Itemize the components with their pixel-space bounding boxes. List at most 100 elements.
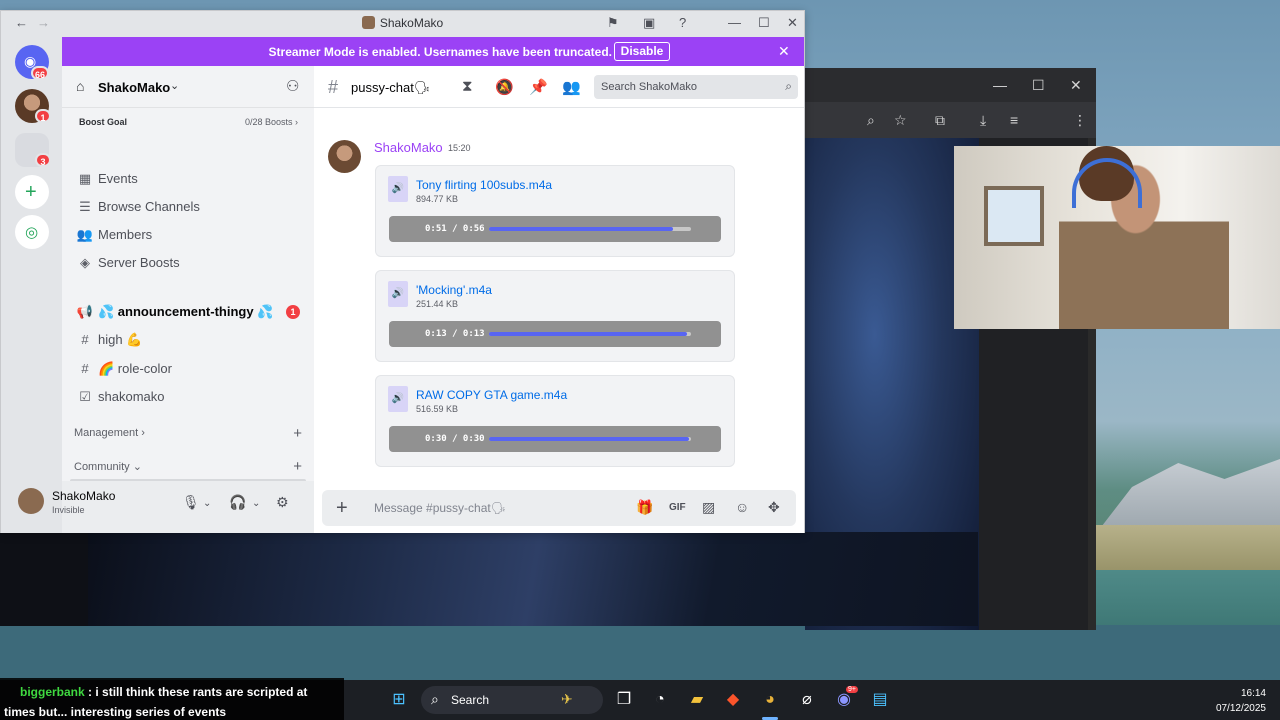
gif-icon[interactable]: GIF bbox=[669, 502, 686, 513]
invite-icon[interactable]: ⚇ bbox=[286, 77, 299, 95]
taskbar-search[interactable]: ⌕ Search ✈ bbox=[421, 686, 603, 714]
channel-announcement[interactable]: 📢 💦 announcement-thingy 💦 1 bbox=[70, 300, 306, 324]
notification-bell-icon[interactable]: 🔕 bbox=[495, 78, 514, 96]
channel-title: pussy-chat🗣 bbox=[351, 80, 431, 95]
maximize-icon[interactable]: ☐ bbox=[1032, 77, 1045, 93]
add-server-button[interactable]: + bbox=[15, 175, 49, 209]
channel-high[interactable]: # high 💪 bbox=[70, 328, 306, 352]
server-badge: 1 bbox=[35, 109, 51, 123]
microphone-icon[interactable]: 🎙 bbox=[182, 494, 200, 511]
hash-icon: # bbox=[328, 77, 339, 97]
menu-kebab-icon[interactable]: ⋮ bbox=[1073, 112, 1087, 128]
download-icon[interactable]: ⤓ bbox=[980, 112, 986, 128]
windows-start-icon[interactable]: ⊞ bbox=[387, 688, 411, 712]
audio-player[interactable]: 0:51 / 0:56 bbox=[389, 216, 721, 242]
pin-icon[interactable]: 📌 bbox=[529, 78, 548, 96]
add-channel-icon[interactable]: + bbox=[293, 425, 302, 442]
minimize-icon[interactable]: — bbox=[993, 77, 1007, 93]
clock-time: 16:14 bbox=[1240, 688, 1266, 699]
audio-player[interactable]: 0:13 / 0:13 bbox=[389, 321, 721, 347]
audio-progress-track[interactable] bbox=[489, 227, 691, 231]
disable-button[interactable]: Disable bbox=[614, 42, 670, 61]
boost-label: Boost Goal bbox=[79, 117, 128, 127]
discord-taskbar-badge: 9+ bbox=[846, 686, 858, 693]
extensions-icon[interactable]: ⧉ bbox=[935, 112, 945, 128]
server-rail: ◉ 66 1 3 + ◎ bbox=[1, 37, 62, 533]
member-list-icon[interactable]: 👥 bbox=[562, 78, 581, 96]
headset-icon[interactable]: 🎧 bbox=[229, 494, 246, 511]
apps-icon[interactable]: ✥ bbox=[768, 499, 780, 516]
flag-icon[interactable]: ⚑ bbox=[607, 15, 619, 31]
server-header[interactable]: ⌂ ShakoMako ⌄ ⚇ bbox=[62, 66, 314, 108]
attachment-size: 516.59 KB bbox=[416, 404, 459, 414]
attachment-name[interactable]: RAW COPY GTA game.m4a bbox=[416, 388, 567, 402]
server-shakomako[interactable]: 1 bbox=[15, 89, 51, 123]
wallpaper-dark-art bbox=[88, 532, 978, 626]
window-title-text: ShakoMako bbox=[379, 16, 444, 30]
boost-goal[interactable]: Boost Goal 0/28 Boosts › bbox=[70, 112, 306, 132]
zoom-icon[interactable]: ⌕ bbox=[867, 112, 875, 128]
audio-file-icon: 🔊 bbox=[388, 281, 408, 307]
help-icon[interactable]: ? bbox=[679, 15, 686, 31]
overlay-username: biggerbank bbox=[20, 685, 85, 699]
menu-browse-channels[interactable]: ☰ Browse Channels bbox=[70, 195, 306, 219]
media-icon[interactable]: ≡ bbox=[1010, 112, 1018, 128]
brave-browser-icon[interactable]: ◆ bbox=[721, 688, 745, 712]
menu-server-boosts[interactable]: ◈ Server Boosts bbox=[70, 251, 306, 275]
taskbar-clock[interactable]: 16:14 07/12/2025 bbox=[1216, 686, 1266, 716]
channel-label: high 💪 bbox=[98, 332, 143, 347]
chevron-down-icon[interactable]: ⌄ bbox=[203, 498, 211, 509]
sticker-icon[interactable]: ▨ bbox=[702, 499, 715, 516]
search-input[interactable]: Search ShakoMako ⌕ bbox=[594, 75, 798, 99]
minimize-icon[interactable]: — bbox=[728, 15, 741, 31]
emoji-icon[interactable]: ☺ bbox=[735, 499, 749, 515]
chevron-down-icon[interactable]: ⌄ bbox=[252, 498, 260, 509]
close-icon[interactable]: ✕ bbox=[787, 15, 798, 31]
bookmark-star-icon[interactable]: ☆ bbox=[894, 112, 907, 128]
channel-shakomako[interactable]: ☑ shakomako bbox=[70, 385, 306, 409]
capcut-icon[interactable]: ⌀ bbox=[795, 688, 819, 712]
user-status: Invisible bbox=[52, 505, 85, 515]
add-channel-icon[interactable]: + bbox=[293, 458, 302, 475]
menu-events[interactable]: ▦ Events bbox=[70, 167, 306, 191]
audio-progress-track[interactable] bbox=[489, 332, 691, 336]
obs-icon[interactable]: ◔ bbox=[648, 688, 672, 712]
audio-progress-fill bbox=[489, 227, 673, 231]
audio-progress-track[interactable] bbox=[489, 437, 691, 441]
settings-gear-icon[interactable]: ⚙ bbox=[276, 494, 289, 511]
menu-label: Members bbox=[98, 227, 153, 242]
server-folder[interactable]: 3 bbox=[15, 133, 51, 167]
discord-titlebar: ← → ShakoMako ⚑ ▣ ? — ☐ ✕ bbox=[1, 11, 804, 37]
notepad-icon[interactable]: ▤ bbox=[868, 688, 892, 712]
chrome-icon[interactable]: ◕ bbox=[758, 688, 782, 712]
maximize-icon[interactable]: ☐ bbox=[758, 15, 770, 31]
file-explorer-icon[interactable]: ▰ bbox=[685, 688, 709, 712]
attach-plus-icon[interactable]: + bbox=[336, 497, 348, 520]
channel-role-color[interactable]: # 🌈 role-color bbox=[70, 357, 306, 381]
close-icon[interactable]: ✕ bbox=[1070, 77, 1082, 93]
avatar[interactable] bbox=[328, 140, 361, 173]
banner-close-icon[interactable]: ✕ bbox=[778, 43, 790, 60]
task-view-icon[interactable]: ❐ bbox=[612, 688, 636, 712]
attachment-name[interactable]: Tony flirting 100subs.m4a bbox=[416, 178, 552, 192]
message-composer[interactable]: + Message #pussy-chat🗣 🎁 GIF ▨ ☺ ✥ bbox=[322, 490, 796, 526]
list-icon: ☰ bbox=[79, 199, 91, 214]
audio-player[interactable]: 0:30 / 0:30 bbox=[389, 426, 721, 452]
inbox-icon[interactable]: ▣ bbox=[643, 15, 655, 31]
audio-file-icon: 🔊 bbox=[388, 386, 408, 412]
message-author[interactable]: ShakoMako bbox=[374, 140, 443, 155]
avatar[interactable] bbox=[18, 488, 44, 514]
category-label: Community bbox=[74, 461, 130, 473]
category-management[interactable]: Management › + bbox=[74, 425, 302, 445]
boost-icon: ◈ bbox=[80, 255, 90, 270]
direct-messages-button[interactable]: ◉ 66 bbox=[15, 45, 50, 80]
explore-button[interactable]: ◎ bbox=[15, 215, 49, 249]
composer-placeholder: Message #pussy-chat🗣 bbox=[374, 501, 506, 515]
banner-text: Streamer Mode is enabled. Usernames have… bbox=[268, 45, 612, 59]
channel-badge: 1 bbox=[286, 305, 300, 319]
menu-members[interactable]: 👥 Members bbox=[70, 223, 306, 247]
attachment-name[interactable]: 'Mocking'.m4a bbox=[416, 283, 492, 297]
threads-icon[interactable]: ⧗ bbox=[462, 78, 473, 95]
category-community[interactable]: Community ⌄ + bbox=[74, 458, 302, 478]
gift-icon[interactable]: 🎁 bbox=[636, 499, 653, 516]
